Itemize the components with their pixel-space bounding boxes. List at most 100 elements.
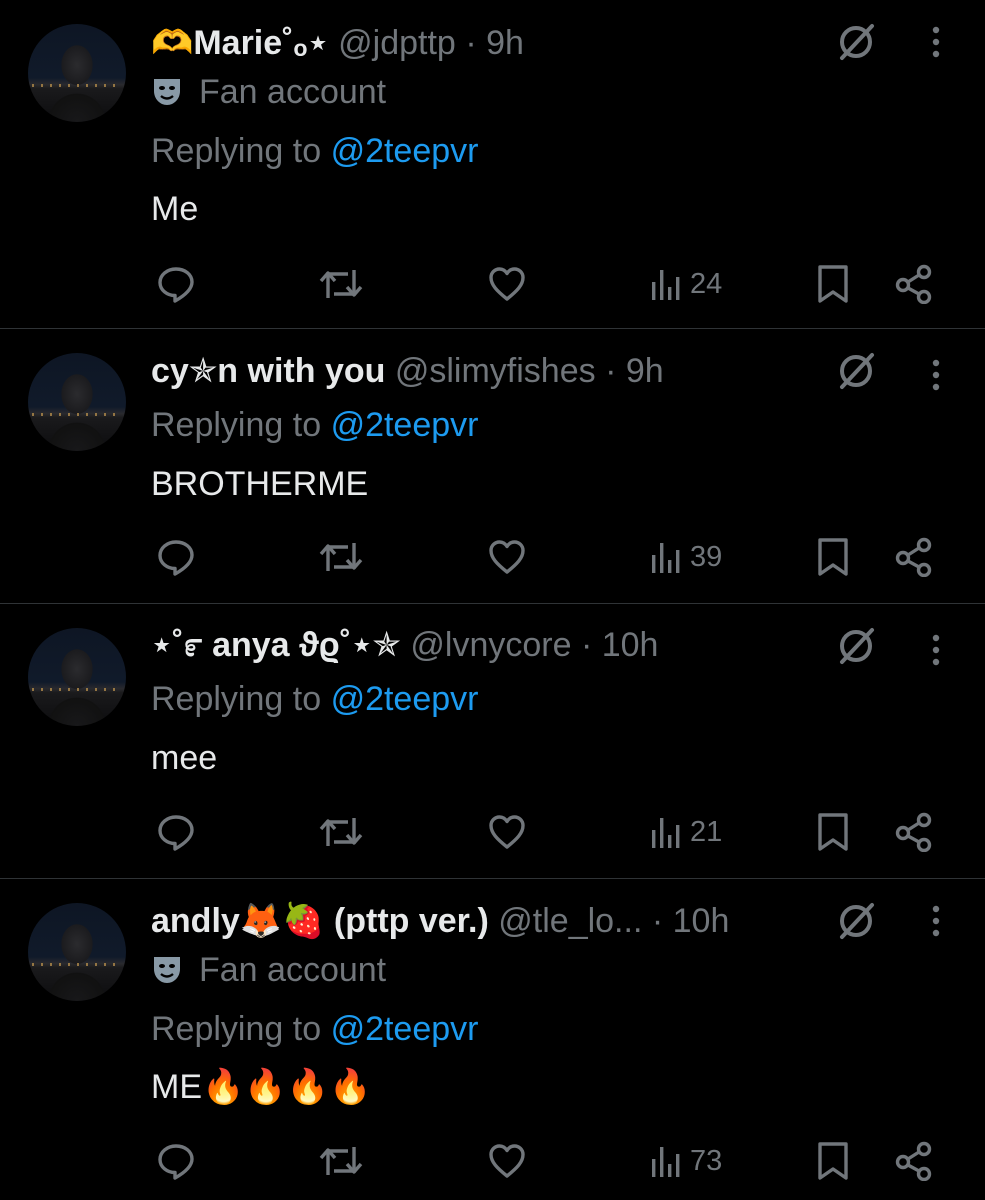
more-icon[interactable] xyxy=(922,628,950,672)
share-button[interactable] xyxy=(893,810,935,854)
views-count: 39 xyxy=(690,540,723,573)
replies-feed: 🫶Marie˚ₒ⋆ @jdpttp · 9h Fan account Reply… xyxy=(0,0,985,1200)
grok-icon[interactable] xyxy=(834,349,878,393)
display-name[interactable]: ⋆˚೯ anya ϑϱ˚⋆✯ xyxy=(151,626,401,664)
share-icon xyxy=(895,812,932,852)
separator-dot: · xyxy=(605,352,617,390)
timestamp[interactable]: 10h xyxy=(602,626,659,664)
share-button[interactable] xyxy=(893,262,935,306)
bookmark-button[interactable] xyxy=(815,262,851,306)
like-icon xyxy=(489,1144,525,1178)
grok-icon[interactable] xyxy=(834,20,878,64)
timestamp[interactable]: 9h xyxy=(626,352,664,390)
views-button[interactable]: 24 xyxy=(650,262,722,306)
repost-icon xyxy=(319,270,363,298)
more-icon[interactable] xyxy=(922,20,950,64)
reply-button[interactable] xyxy=(156,262,196,306)
views-button[interactable]: 21 xyxy=(650,810,722,854)
like-button[interactable] xyxy=(487,262,527,306)
fan-account-badge: Fan account xyxy=(151,70,386,114)
like-icon xyxy=(489,540,525,574)
share-button[interactable] xyxy=(893,535,935,579)
reply-header: 🫶Marie˚ₒ⋆ @jdpttp · 9h xyxy=(151,22,835,64)
timestamp[interactable]: 10h xyxy=(673,902,730,940)
bookmark-icon xyxy=(818,1142,848,1180)
bookmark-button[interactable] xyxy=(815,810,851,854)
replying-prefix: Replying to xyxy=(151,1010,322,1048)
like-button[interactable] xyxy=(487,810,527,854)
reply-icon xyxy=(158,1144,194,1180)
replying-prefix: Replying to xyxy=(151,132,322,170)
display-name[interactable]: cy✯n with you xyxy=(151,352,385,390)
more-icon[interactable] xyxy=(922,353,950,397)
user-handle[interactable]: @jdpttp xyxy=(338,24,456,62)
mention-link[interactable]: @2teepvr xyxy=(331,406,479,444)
more-icon[interactable] xyxy=(922,899,950,943)
reply-icon xyxy=(158,815,194,851)
views-button[interactable]: 39 xyxy=(650,535,722,579)
like-icon xyxy=(489,267,525,301)
fan-account-label: Fan account xyxy=(199,951,387,989)
views-icon xyxy=(652,270,680,300)
reply-item[interactable]: 🫶Marie˚ₒ⋆ @jdpttp · 9h Fan account Reply… xyxy=(0,0,985,329)
bookmark-button[interactable] xyxy=(815,1139,851,1183)
display-name[interactable]: andly🦊🍓 (pttp ver.) xyxy=(151,902,489,940)
mention-link[interactable]: @2teepvr xyxy=(331,1010,479,1048)
mention-link[interactable]: @2teepvr xyxy=(331,680,479,718)
grok-icon[interactable] xyxy=(834,624,878,668)
reply-header: cy✯n with you @slimyfishes · 9h xyxy=(151,350,835,392)
reply-icon xyxy=(158,267,194,303)
like-button[interactable] xyxy=(487,1139,527,1183)
share-icon xyxy=(895,264,932,304)
user-handle[interactable]: @lvnycore xyxy=(410,626,571,664)
reply-button[interactable] xyxy=(156,1139,196,1183)
repost-button[interactable] xyxy=(318,535,364,579)
grok-icon[interactable] xyxy=(834,899,878,943)
timestamp[interactable]: 9h xyxy=(486,24,524,62)
repost-icon xyxy=(319,818,363,846)
views-icon xyxy=(652,818,680,848)
reply-button[interactable] xyxy=(156,535,196,579)
reply-button[interactable] xyxy=(156,810,196,854)
user-handle[interactable]: @slimyfishes xyxy=(395,352,596,390)
reply-item[interactable]: ⋆˚೯ anya ϑϱ˚⋆✯ @lvnycore · 10h Replying … xyxy=(0,604,985,879)
bookmark-icon xyxy=(818,813,848,851)
repost-button[interactable] xyxy=(318,1139,364,1183)
avatar[interactable] xyxy=(28,24,126,122)
reply-item[interactable]: andly🦊🍓 (pttp ver.) @tle_lo... · 10h Fan… xyxy=(0,879,985,1200)
mask-icon xyxy=(154,957,180,983)
repost-button[interactable] xyxy=(318,262,364,306)
bookmark-button[interactable] xyxy=(815,535,851,579)
like-icon xyxy=(489,815,525,849)
repost-icon xyxy=(319,1147,363,1175)
action-bar: 39 xyxy=(0,535,985,579)
avatar[interactable] xyxy=(28,628,126,726)
share-icon xyxy=(895,537,932,577)
avatar[interactable] xyxy=(28,903,126,1001)
reply-item[interactable]: cy✯n with you @slimyfishes · 9h Replying… xyxy=(0,329,985,604)
user-handle[interactable]: @tle_lo... xyxy=(498,902,642,940)
fan-account-badge: Fan account xyxy=(151,948,386,992)
views-button[interactable]: 73 xyxy=(650,1139,722,1183)
mask-icon xyxy=(154,79,180,105)
replying-to: Replying to @2teepvr xyxy=(151,129,478,173)
reply-text: ME🔥🔥🔥🔥 xyxy=(151,1068,372,1106)
reply-header: andly🦊🍓 (pttp ver.) @tle_lo... · 10h xyxy=(151,900,835,942)
action-bar: 73 xyxy=(0,1139,985,1183)
replying-prefix: Replying to xyxy=(151,680,322,718)
like-button[interactable] xyxy=(487,535,527,579)
action-bar: 24 xyxy=(0,262,985,306)
replying-to: Replying to @2teepvr xyxy=(151,403,478,447)
fan-account-label: Fan account xyxy=(199,73,387,111)
reply-icon xyxy=(158,540,194,576)
replying-to: Replying to @2teepvr xyxy=(151,677,478,721)
reply-text: mee xyxy=(151,739,218,777)
mention-link[interactable]: @2teepvr xyxy=(331,132,479,170)
repost-button[interactable] xyxy=(318,810,364,854)
display-name[interactable]: 🫶Marie˚ₒ⋆ xyxy=(151,24,329,62)
avatar[interactable] xyxy=(28,353,126,451)
share-icon xyxy=(895,1141,932,1181)
replying-prefix: Replying to xyxy=(151,406,322,444)
share-button[interactable] xyxy=(893,1139,935,1183)
views-count: 21 xyxy=(690,815,723,848)
